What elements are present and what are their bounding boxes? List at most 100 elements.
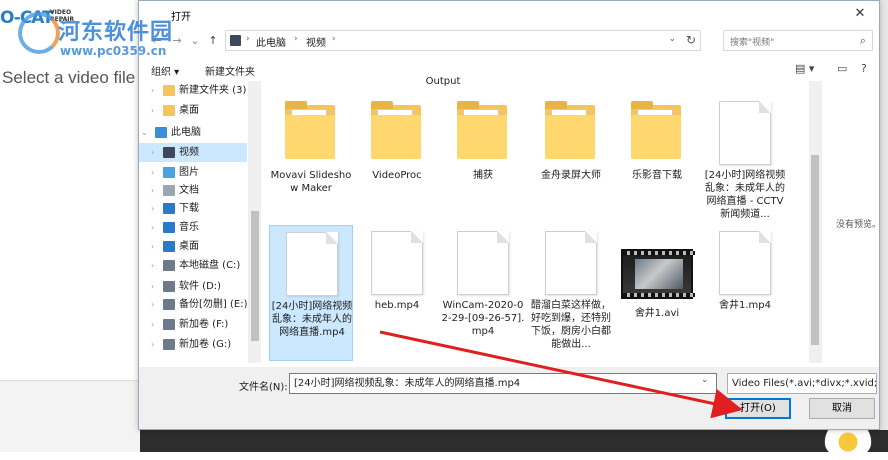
- organize-button[interactable]: 组织 ▾: [151, 63, 179, 78]
- filename-input[interactable]: [24小时]网络视频乱象：未成年人的网络直播.mp4: [289, 373, 717, 394]
- folder-item[interactable]: 金舟录屏大师: [529, 95, 613, 223]
- file-item[interactable]: WinCam-2020-02-29-[09-26-57].mp4: [441, 225, 525, 361]
- breadcrumb-this-pc[interactable]: 此电脑: [256, 34, 286, 49]
- nav-item[interactable]: › 视频: [139, 143, 247, 162]
- nav-scrollbar[interactable]: [249, 81, 261, 363]
- new-folder-button[interactable]: 新建文件夹: [205, 63, 255, 78]
- nav-item[interactable]: ⌄ 此电脑: [139, 123, 247, 142]
- nav-item[interactable]: › 文档: [139, 181, 247, 200]
- document-icon: [719, 231, 771, 295]
- chevron-right-icon[interactable]: ›: [332, 34, 336, 44]
- back-arrow-icon[interactable]: ←: [149, 32, 165, 50]
- folder-icon: [371, 101, 421, 159]
- expand-chevron-icon[interactable]: ›: [151, 81, 154, 100]
- nav-item[interactable]: › 下载: [139, 199, 247, 218]
- breadcrumb-videos[interactable]: 视频: [306, 34, 326, 49]
- expand-chevron-icon[interactable]: ›: [151, 163, 154, 182]
- address-row: ← → ⌄ ↑ › 此电脑 › 视频 › ⌄ ↻ 搜索"视频" ⌕: [139, 29, 879, 53]
- file-scroll-thumb[interactable]: [811, 155, 819, 345]
- video-folder-icon: [230, 35, 241, 46]
- file-name-label: VideoProc: [372, 170, 422, 181]
- expand-chevron-icon[interactable]: ›: [151, 143, 154, 162]
- folder-icon-tab: [631, 101, 653, 109]
- nav-item[interactable]: › 图片: [139, 163, 247, 182]
- nav-item[interactable]: › 桌面: [139, 101, 247, 120]
- search-input[interactable]: 搜索"视频" ⌕: [723, 30, 873, 51]
- film-strip-top: [623, 251, 695, 255]
- nav-item[interactable]: › 新建文件夹 (3): [139, 81, 247, 100]
- drive-icon: [163, 339, 175, 350]
- file-scrollbar[interactable]: [809, 81, 821, 363]
- file-name-label: Movavi Slideshow Maker: [270, 170, 352, 194]
- file-name-label: heb.mp4: [374, 300, 420, 311]
- folder-item[interactable]: Movavi Slideshow Maker: [269, 95, 353, 223]
- nav-item[interactable]: › 新加卷 (G:): [139, 335, 247, 354]
- nav-item[interactable]: › 音乐: [139, 218, 247, 237]
- folder-icon: [285, 101, 335, 159]
- folder-icon-tab: [545, 101, 567, 109]
- chevron-right-icon[interactable]: ›: [246, 34, 250, 44]
- chevron-right-icon[interactable]: ›: [294, 34, 298, 44]
- close-button[interactable]: ✕: [845, 3, 875, 25]
- expand-chevron-icon[interactable]: ›: [151, 256, 154, 275]
- folder-item[interactable]: 乐影音下载: [615, 95, 699, 223]
- search-icon[interactable]: ⌕: [860, 34, 866, 48]
- recent-dropdown-icon[interactable]: ⌄: [187, 32, 203, 50]
- nav-item[interactable]: › 软件 (D:): [139, 277, 247, 296]
- folder-icon: [457, 101, 507, 159]
- expand-chevron-icon[interactable]: ⌄: [141, 123, 148, 142]
- up-arrow-icon[interactable]: ↑: [205, 32, 221, 50]
- file-item[interactable]: 舍井1.mp4: [703, 225, 787, 361]
- drive-icon: [163, 299, 175, 310]
- folder-icon: [631, 101, 681, 159]
- forward-arrow-icon[interactable]: →: [169, 32, 185, 50]
- address-dropdown-icon[interactable]: ⌄: [668, 34, 676, 44]
- nav-item[interactable]: › 备份[勿删] (E:): [139, 295, 247, 314]
- folder-item[interactable]: VideoProc: [355, 95, 439, 223]
- app-bottom-panel: [0, 380, 140, 452]
- file-item[interactable]: [24小时]网络视频乱象：未成年人的网络直播 - CCTV 新闻频道...: [703, 95, 787, 223]
- preview-pane-icon[interactable]: ▭: [837, 62, 847, 75]
- file-item[interactable]: 舍井1.avi: [615, 225, 699, 361]
- nav-item-label: 新建文件夹 (3): [179, 85, 247, 96]
- filetype-select[interactable]: Video Files(*.avi;*divx;*.xvid;*: [727, 373, 877, 394]
- dialog-footer: 文件名(N): [24小时]网络视频乱象：未成年人的网络直播.mp4 ⌄ Vid…: [139, 367, 879, 429]
- expand-chevron-icon[interactable]: ›: [151, 101, 154, 120]
- expand-chevron-icon[interactable]: ›: [151, 181, 154, 200]
- document-icon: [286, 232, 338, 296]
- nav-item[interactable]: › 新加卷 (F:): [139, 315, 247, 334]
- documents-icon: [163, 185, 175, 196]
- expand-chevron-icon[interactable]: ›: [151, 277, 154, 296]
- expand-chevron-icon[interactable]: ›: [151, 237, 154, 256]
- file-name-label: WinCam-2020-02-29-[09-26-57].mp4: [441, 300, 525, 337]
- file-item[interactable]: 醋溜白菜这样做，好吃到爆，还特别下饭，厨房小白都能做出...: [529, 225, 613, 361]
- nav-item-label: 文档: [179, 185, 199, 196]
- nav-item-label: 音乐: [179, 222, 199, 233]
- cut-off-folder-label[interactable]: Output: [403, 75, 483, 88]
- video-thumbnail-scene: [635, 259, 683, 289]
- help-icon[interactable]: ?: [861, 62, 867, 75]
- pictures-icon: [163, 167, 175, 178]
- open-button[interactable]: 打开(O): [725, 398, 791, 419]
- file-item[interactable]: [24小时]网络视频乱象：未成年人的网络直播.mp4: [269, 225, 353, 361]
- cancel-button[interactable]: 取消: [809, 398, 875, 419]
- refresh-icon[interactable]: ↻: [686, 33, 696, 47]
- expand-chevron-icon[interactable]: ›: [151, 199, 154, 218]
- file-item[interactable]: heb.mp4: [355, 225, 439, 361]
- filename-label: 文件名(N):: [239, 382, 288, 393]
- expand-chevron-icon[interactable]: ›: [151, 295, 154, 314]
- address-bar[interactable]: › 此电脑 › 视频 › ⌄ ↻: [225, 30, 701, 51]
- expand-chevron-icon[interactable]: ›: [151, 335, 154, 354]
- nav-item[interactable]: › 桌面: [139, 237, 247, 256]
- filename-dropdown-icon[interactable]: ⌄: [701, 375, 709, 385]
- nav-scroll-thumb[interactable]: [251, 211, 259, 341]
- nav-item[interactable]: › 本地磁盘 (C:): [139, 256, 247, 275]
- folder-item[interactable]: 捕获: [441, 95, 525, 223]
- file-name-label: [24小时]网络视频乱象：未成年人的网络直播 - CCTV 新闻频道...: [704, 170, 786, 220]
- app-logo: O-CAT: [0, 8, 54, 28]
- document-icon-fold: [759, 101, 771, 113]
- folder-icon: [163, 85, 175, 96]
- expand-chevron-icon[interactable]: ›: [151, 315, 154, 334]
- expand-chevron-icon[interactable]: ›: [151, 218, 154, 237]
- folder-icon-tab: [371, 101, 393, 109]
